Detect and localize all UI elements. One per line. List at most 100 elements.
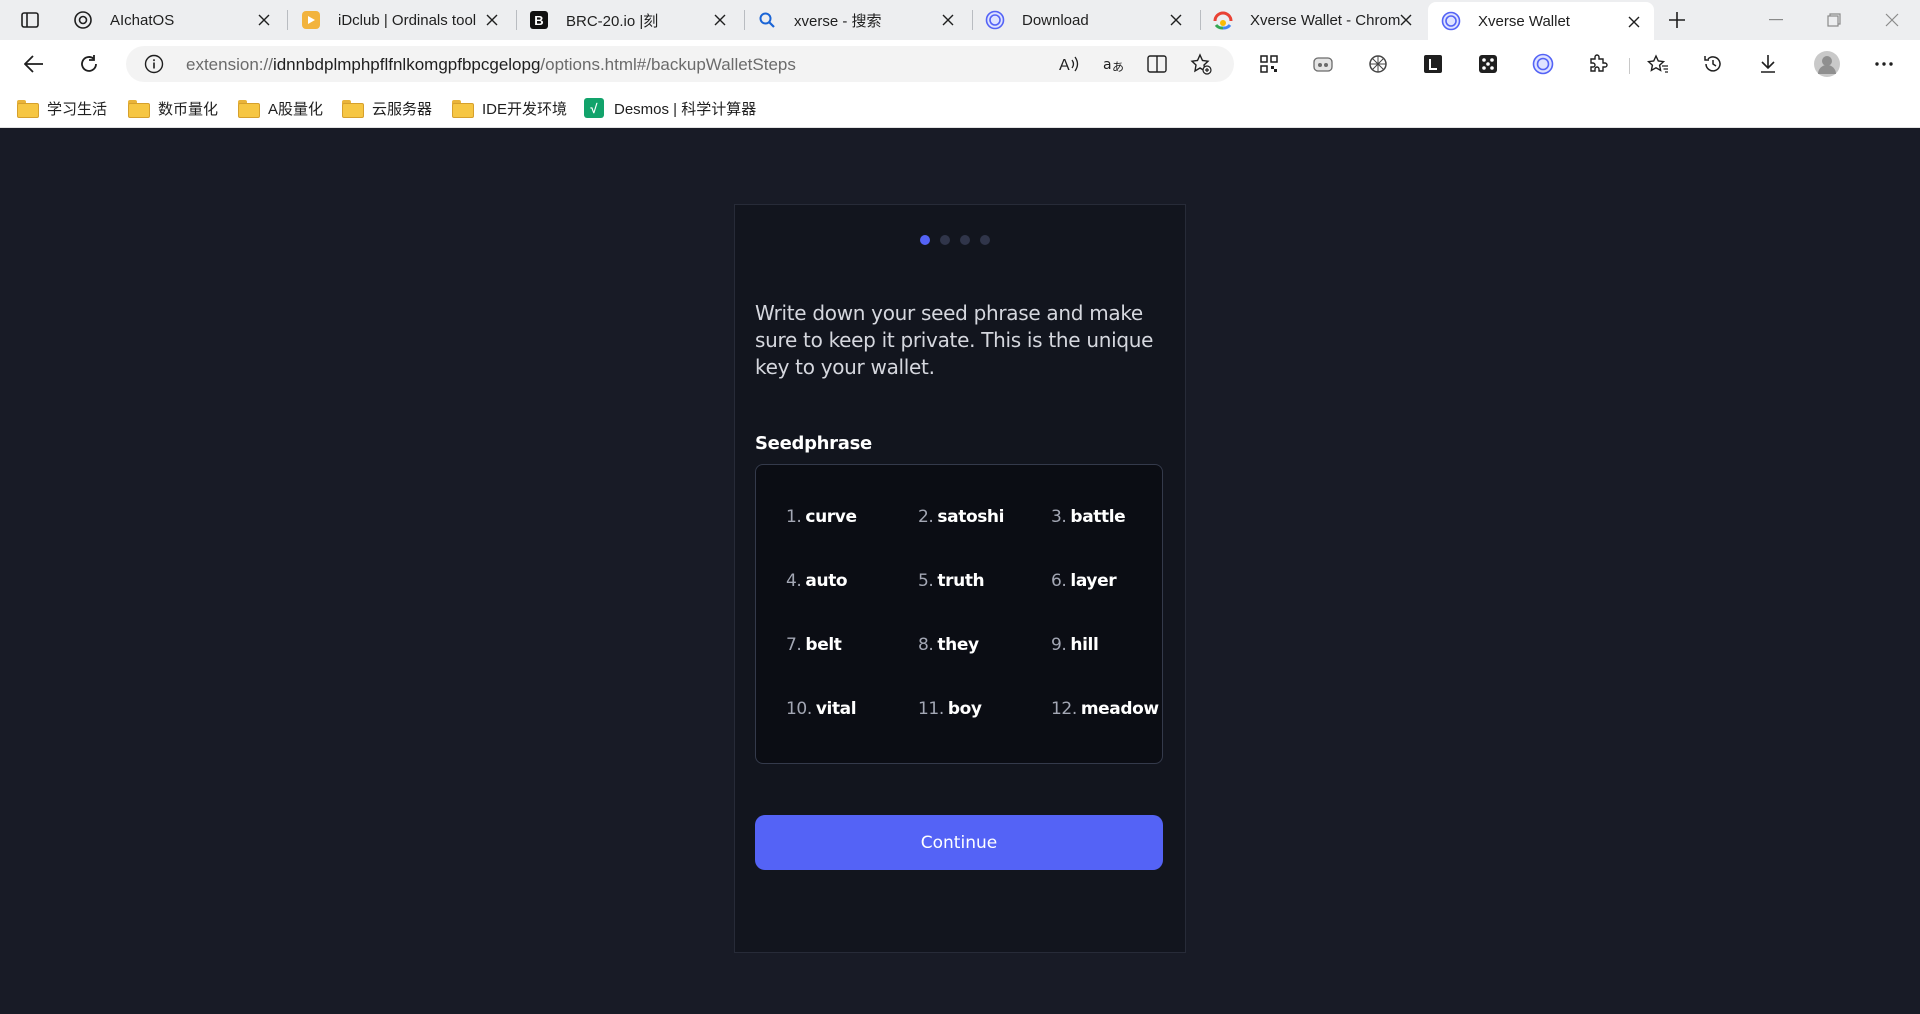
close-icon[interactable] [1624,12,1644,32]
xverse-extension-icon[interactable] [1527,48,1559,80]
step-dot [940,235,950,245]
tab-chrome-store[interactable]: Xverse Wallet - Chrom [1200,0,1426,40]
tab-title: BRC-20.io |刻 [566,12,659,30]
tab-title: iDclub | Ordinals tool [338,11,477,29]
continue-button[interactable]: Continue [755,815,1163,870]
folder-icon [128,100,150,118]
close-icon[interactable] [254,10,274,30]
tab-xverse-wallet[interactable]: Xverse Wallet [1428,2,1654,40]
bookmarks-bar: 学习生活 数币量化 A股量化 云服务器 IDE开发环境 √ Desmos | 科… [0,88,1920,128]
search-icon [756,9,778,31]
bookmark-folder[interactable]: IDE开发环境 [452,96,567,120]
extension-dice-icon[interactable] [1472,48,1504,80]
tab-title: Xverse Wallet - Chrom [1250,11,1401,29]
tab-strip: AIchatOS iDclub | Ordinals tool B BRC-20… [0,0,1920,40]
xverse-icon [984,9,1006,31]
url-host: idnnbdplmphpflfnlkomgpfbpcgelopg [272,55,541,74]
seed-word: 4. auto [786,571,848,591]
tab-title: xverse - 搜索 [794,12,882,30]
tab-title: Xverse Wallet [1478,12,1570,30]
step-dot [960,235,970,245]
step-dot-active [920,235,930,245]
bookmark-folder[interactable]: 数币量化 [128,96,218,120]
tab-title: AIchatOS [110,11,175,29]
more-menu-icon[interactable] [1868,48,1900,80]
tab-xverse-search[interactable]: xverse - 搜索 [744,0,968,40]
url-text: extension://idnnbdplmphpflfnlkomgpfbpcge… [186,55,796,75]
profile-avatar-icon[interactable] [1811,48,1843,80]
wallet-page: Write down your seed phrase and make sur… [0,129,1920,1014]
read-aloud-icon[interactable]: A [1056,52,1082,76]
url-scheme: extension:// [186,55,273,74]
add-favorite-icon[interactable] [1188,52,1214,76]
close-icon[interactable] [1166,10,1186,30]
close-icon[interactable] [482,10,502,30]
refresh-button[interactable] [73,48,105,80]
chrome-store-icon [1212,9,1234,31]
bookmark-label: IDE开发环境 [482,100,568,118]
seed-word: 8. they [918,635,979,655]
svg-text:あ: あ [1112,60,1124,74]
qr-code-icon[interactable] [1253,48,1285,80]
desmos-icon: √ [584,98,604,118]
extension-game-icon[interactable] [1307,48,1339,80]
site-info-icon[interactable] [144,54,164,74]
svg-text:B: B [534,13,543,28]
tab-aichatos[interactable]: AIchatOS [60,0,284,40]
seed-word: 1. curve [786,507,857,527]
close-window-button[interactable] [1864,0,1920,40]
address-bar[interactable]: extension://idnnbdplmphpflfnlkomgpfbpcge… [126,46,1234,82]
seed-word: 9. hill [1051,635,1099,655]
toolbar-divider [1629,58,1630,74]
close-icon[interactable] [938,10,958,30]
seed-word: 7. belt [786,635,842,655]
svg-text:A: A [1059,57,1070,74]
step-dot [980,235,990,245]
tab-download[interactable]: Download [972,0,1196,40]
seed-word: 6. layer [1051,571,1117,591]
xverse-icon [1440,10,1462,32]
bookmark-folder[interactable]: A股量化 [238,96,323,120]
translate-icon[interactable]: aあ [1100,52,1126,76]
seed-word: 5. truth [918,571,985,591]
browser-toolbar: extension://idnnbdplmphpflfnlkomgpfbpcge… [0,40,1920,88]
bookmark-folder[interactable]: 学习生活 [17,96,107,120]
folder-icon [452,100,474,118]
brc20-icon: B [528,9,550,31]
extension-openai-icon[interactable] [1362,48,1394,80]
downloads-icon[interactable] [1752,48,1784,80]
idclub-icon [300,9,322,31]
seed-word: 10. vital [786,699,857,719]
close-icon[interactable] [710,10,730,30]
svg-text:a: a [1103,57,1112,73]
split-screen-icon[interactable] [1144,52,1170,76]
restore-button[interactable] [1806,0,1862,40]
folder-icon [342,100,364,118]
history-icon[interactable] [1697,48,1729,80]
seed-word: 2. satoshi [918,507,1005,527]
minimize-button[interactable] [1748,0,1804,40]
instruction-text: Write down your seed phrase and make sur… [755,301,1154,379]
backup-wallet-panel: Write down your seed phrase and make sur… [734,204,1186,953]
extension-l-icon[interactable] [1417,48,1449,80]
tab-title: Download [1022,11,1089,29]
extensions-puzzle-icon[interactable] [1582,48,1614,80]
tab-brc20[interactable]: B BRC-20.io |刻 [516,0,740,40]
seed-word: 11. boy [918,699,982,719]
new-tab-button[interactable] [1664,7,1690,33]
folder-icon [238,100,260,118]
tab-actions-icon[interactable] [14,8,46,32]
bookmark-label: Desmos | 科学计算器 [614,100,757,118]
back-button[interactable] [18,48,50,80]
url-path: /options.html#/backupWalletSteps [540,55,796,74]
favorites-icon[interactable] [1642,48,1674,80]
close-icon[interactable] [1396,10,1416,30]
bookmark-folder[interactable]: 云服务器 [342,96,432,120]
seed-word: 3. battle [1051,507,1126,527]
seedphrase-label: Seedphrase [755,433,872,454]
folder-icon [17,100,39,118]
tab-idclub[interactable]: iDclub | Ordinals tool [288,0,512,40]
bookmark-desmos[interactable]: √ Desmos | 科学计算器 [584,96,756,120]
bookmark-label: 学习生活 [47,100,108,118]
seed-word: 12. meadow [1051,699,1159,719]
